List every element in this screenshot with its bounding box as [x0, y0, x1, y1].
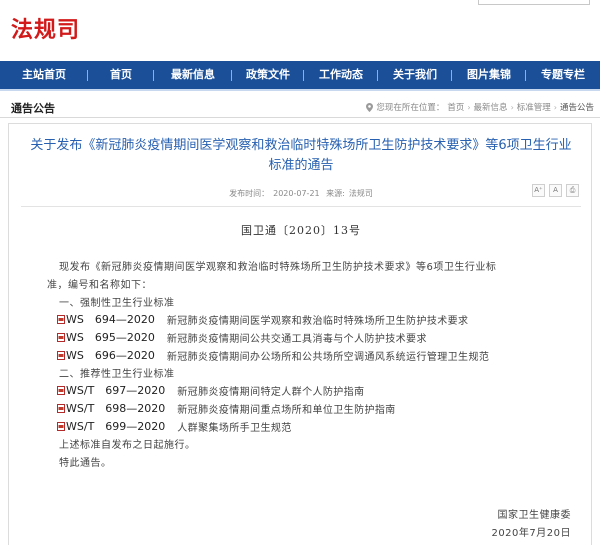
nav-label: 关于我们 — [393, 68, 437, 81]
nav-item-policy[interactable]: 政策文件 — [232, 61, 304, 89]
source-value: 法规司 — [348, 189, 373, 198]
breadcrumb-link-standards[interactable]: 标准管理 — [517, 101, 551, 113]
intro-line-2: 准，编号和名称如下： — [47, 280, 152, 291]
site-logo-title[interactable]: 法规司 — [11, 12, 80, 44]
closing-statement: 特此通告。 — [59, 458, 112, 469]
pdf-file-icon — [57, 421, 65, 431]
font-decrease-button[interactable]: A — [549, 184, 562, 197]
standard-code-link[interactable]: WS 695—2020 — [66, 329, 155, 345]
publish-date: 2020-07-21 — [273, 189, 320, 198]
location-pin-icon — [366, 102, 374, 112]
nav-label: 图片集锦 — [467, 68, 511, 81]
nav-item-work-news[interactable]: 工作动态 — [304, 61, 378, 89]
nav-label: 主站首页 — [22, 68, 66, 81]
breadcrumb-divider — [0, 117, 600, 118]
document-number: 国卫通〔2020〕13号 — [241, 224, 361, 237]
article-meta: 发布时间： 2020-07-21 来源: 法规司 — [9, 188, 593, 199]
standard-row[interactable]: WS/T 697—2020 新冠肺炎疫情期间特定人群个人防护指南 — [57, 382, 364, 398]
pdf-file-icon — [57, 350, 65, 360]
mandatory-heading: 一、强制性卫生行业标准 — [59, 298, 175, 309]
nav-underline — [0, 89, 600, 91]
nav-item-latest[interactable]: 最新信息 — [154, 61, 232, 89]
nav-label: 首页 — [110, 68, 132, 81]
chevron-right-icon: › — [510, 102, 514, 112]
standard-code-link[interactable]: WS/T 699—2020 — [66, 418, 165, 434]
nav-item-about[interactable]: 关于我们 — [378, 61, 452, 89]
pdf-file-icon — [57, 385, 65, 395]
nav-item-home[interactable]: 首页 — [88, 61, 154, 89]
chevron-right-icon: › — [553, 102, 557, 112]
standard-name: 人群聚集场所手卫生规范 — [177, 422, 292, 434]
breadcrumb-link-latest[interactable]: 最新信息 — [474, 101, 508, 113]
sign-date: 2020年7月20日 — [491, 528, 571, 539]
nav-label: 专题专栏 — [541, 68, 585, 81]
effective-statement: 上述标准自发布之日起施行。 — [59, 440, 196, 451]
nav-label: 工作动态 — [319, 68, 363, 81]
standard-code-link[interactable]: WS 694—2020 — [66, 311, 155, 327]
intro-line-1: 现发布《新冠肺炎疫情期间医学观察和救治临时特殊场所卫生防护技术要求》等6项卫生行… — [59, 262, 497, 273]
source-label: 来源: — [326, 189, 345, 198]
breadcrumb: 您现在所在位置： 首页 › 最新信息 › 标准管理 › 通告公告 — [366, 101, 594, 113]
article-tools: A⁺ A ⎙ — [532, 184, 579, 197]
standard-name: 新冠肺炎疫情期间医学观察和救治临时特殊场所卫生防护技术要求 — [166, 315, 469, 327]
nav-label: 最新信息 — [171, 68, 215, 81]
article-title: 关于发布《新冠肺炎疫情期间医学观察和救治临时特殊场所卫生防护技术要求》等6项卫生… — [30, 138, 572, 173]
standard-row[interactable]: WS/T 698—2020 新冠肺炎疫情期间重点场所和单位卫生防护指南 — [57, 400, 396, 416]
print-button[interactable]: ⎙ — [566, 184, 579, 197]
pdf-file-icon — [57, 332, 65, 342]
standard-code-link[interactable]: WS/T 698—2020 — [66, 400, 165, 416]
standard-row[interactable]: WS 696—2020 新冠肺炎疫情期间办公场所和公共场所空调通风系统运行管理卫… — [57, 347, 489, 363]
nav-item-main-home[interactable]: 主站首页 — [0, 61, 88, 89]
standard-name: 新冠肺炎疫情期间重点场所和单位卫生防护指南 — [177, 404, 396, 416]
section-title: 通告公告 — [11, 102, 55, 115]
recommended-heading: 二、推荐性卫生行业标准 — [59, 369, 175, 380]
pdf-file-icon — [57, 403, 65, 413]
top-search-box[interactable] — [478, 0, 590, 5]
meta-divider — [21, 206, 581, 207]
nav-label: 政策文件 — [246, 68, 290, 81]
signer: 国家卫生健康委 — [497, 510, 571, 521]
standard-name: 新冠肺炎疫情期间特定人群个人防护指南 — [177, 386, 365, 398]
standard-row[interactable]: WS 694—2020 新冠肺炎疫情期间医学观察和救治临时特殊场所卫生防护技术要… — [57, 311, 468, 327]
font-increase-button[interactable]: A⁺ — [532, 184, 545, 197]
breadcrumb-bar: 通告公告 您现在所在位置： 首页 › 最新信息 › 标准管理 › 通告公告 — [0, 96, 600, 118]
standard-row[interactable]: WS 695—2020 新冠肺炎疫情期间公共交通工具消毒与个人防护技术要求 — [57, 329, 427, 345]
standard-code-link[interactable]: WS/T 697—2020 — [66, 382, 165, 398]
article-panel: 关于发布《新冠肺炎疫情期间医学观察和救治临时特殊场所卫生防护技术要求》等6项卫生… — [8, 123, 592, 545]
standard-name: 新冠肺炎疫情期间办公场所和公共场所空调通风系统运行管理卫生规范 — [166, 351, 490, 363]
breadcrumb-prefix: 您现在所在位置： — [376, 103, 445, 113]
standard-name: 新冠肺炎疫情期间公共交通工具消毒与个人防护技术要求 — [166, 333, 427, 345]
nav-item-special[interactable]: 专题专栏 — [526, 61, 600, 89]
chevron-right-icon: › — [467, 102, 471, 112]
nav-item-gallery[interactable]: 图片集锦 — [452, 61, 526, 89]
breadcrumb-link-home[interactable]: 首页 — [447, 101, 464, 113]
breadcrumb-current[interactable]: 通告公告 — [560, 101, 594, 113]
standard-code-link[interactable]: WS 696—2020 — [66, 347, 155, 363]
standard-row[interactable]: WS/T 699—2020 人群聚集场所手卫生规范 — [57, 418, 292, 434]
pdf-file-icon — [57, 314, 65, 324]
date-label: 发布时间： — [229, 189, 270, 198]
main-nav: 主站首页 首页 最新信息 政策文件 工作动态 关于我们 图片集锦 专题专栏 — [0, 61, 600, 89]
